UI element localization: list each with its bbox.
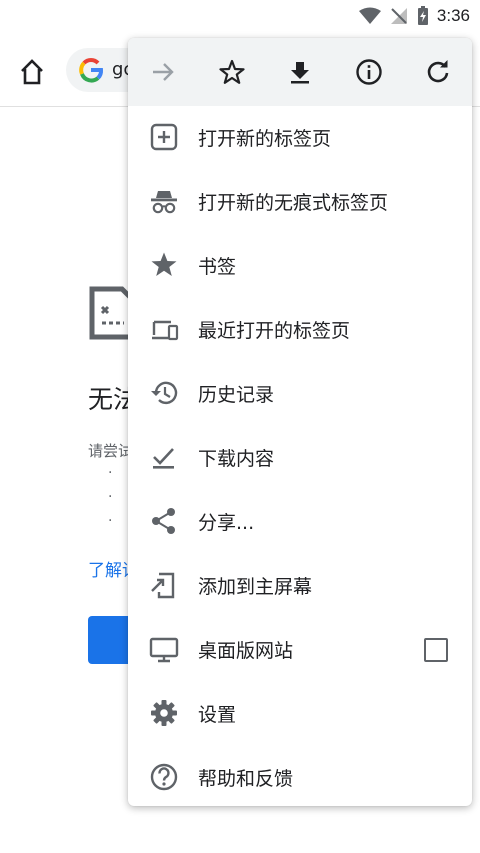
history-icon bbox=[151, 381, 178, 405]
status-time: 3:36 bbox=[436, 6, 470, 25]
overflow-menu: 打开新的标签页 打开新的无痕式标签页 书签 最近打开的标签页 历史记录 下载内容… bbox=[128, 38, 472, 806]
settings-gear-icon bbox=[151, 700, 177, 726]
menu-item-history[interactable]: 历史记录 bbox=[128, 360, 472, 424]
bullet-3: · bbox=[108, 513, 113, 529]
menu-action-bar bbox=[128, 38, 472, 106]
forward-button[interactable] bbox=[144, 53, 182, 91]
page-info-button[interactable] bbox=[350, 53, 388, 91]
no-signal-icon bbox=[390, 8, 407, 24]
error-subtitle: 请尝试 bbox=[88, 442, 134, 460]
battery-charging-icon bbox=[417, 6, 428, 25]
menu-item-label: 打开新的标签页 bbox=[198, 128, 332, 150]
menu-item-label: 打开新的无痕式标签页 bbox=[198, 192, 389, 214]
star-icon bbox=[219, 59, 245, 84]
help-icon bbox=[150, 763, 178, 791]
incognito-icon bbox=[151, 191, 177, 214]
menu-item-recent-tabs[interactable]: 最近打开的标签页 bbox=[128, 296, 472, 360]
menu-item-label: 分享... bbox=[198, 512, 255, 534]
desktop-site-checkbox[interactable] bbox=[424, 638, 448, 662]
share-icon bbox=[152, 508, 175, 534]
menu-item-desktop-site[interactable]: 桌面版网站 bbox=[128, 616, 472, 680]
menu-item-share[interactable]: 分享... bbox=[128, 488, 472, 552]
status-bar: 3:36 bbox=[0, 0, 480, 34]
new-tab-icon bbox=[150, 123, 178, 151]
menu-item-label: 书签 bbox=[198, 256, 237, 278]
forward-icon bbox=[153, 63, 174, 81]
download-button[interactable] bbox=[281, 53, 319, 91]
menu-item-label: 下载内容 bbox=[198, 448, 275, 470]
menu-item-label: 帮助和反馈 bbox=[198, 768, 294, 790]
menu-item-downloads[interactable]: 下载内容 bbox=[128, 424, 472, 488]
wifi-icon bbox=[358, 7, 381, 24]
bookmark-star-icon bbox=[151, 252, 177, 276]
refresh-icon bbox=[427, 60, 449, 83]
bookmark-button[interactable] bbox=[213, 53, 251, 91]
menu-item-new-tab[interactable]: 打开新的标签页 bbox=[128, 104, 472, 168]
menu-item-label: 设置 bbox=[198, 704, 237, 726]
add-to-home-icon bbox=[151, 572, 175, 599]
bullet-2: · bbox=[108, 489, 113, 505]
downloads-icon bbox=[153, 448, 174, 469]
menu-item-label: 添加到主屏幕 bbox=[198, 576, 313, 598]
desktop-icon bbox=[149, 637, 179, 663]
menu-item-help-feedback[interactable]: 帮助和反馈 bbox=[128, 744, 472, 806]
menu-item-bookmarks[interactable]: 书签 bbox=[128, 232, 472, 296]
download-icon bbox=[291, 62, 309, 84]
bullet-1: · bbox=[108, 465, 113, 481]
refresh-button[interactable] bbox=[419, 53, 457, 91]
home-icon[interactable] bbox=[16, 56, 48, 88]
menu-item-label: 最近打开的标签页 bbox=[198, 320, 351, 342]
menu-item-settings[interactable]: 设置 bbox=[128, 680, 472, 744]
google-logo-icon bbox=[79, 58, 103, 83]
status-icons: 3:36 bbox=[358, 6, 470, 26]
menu-item-label: 桌面版网站 bbox=[198, 640, 294, 662]
menu-item-label: 历史记录 bbox=[198, 384, 275, 406]
menu-item-add-to-home-screen[interactable]: 添加到主屏幕 bbox=[128, 552, 472, 616]
recent-tabs-icon bbox=[152, 320, 179, 341]
info-icon bbox=[356, 59, 382, 85]
menu-item-new-incognito-tab[interactable]: 打开新的无痕式标签页 bbox=[128, 168, 472, 232]
